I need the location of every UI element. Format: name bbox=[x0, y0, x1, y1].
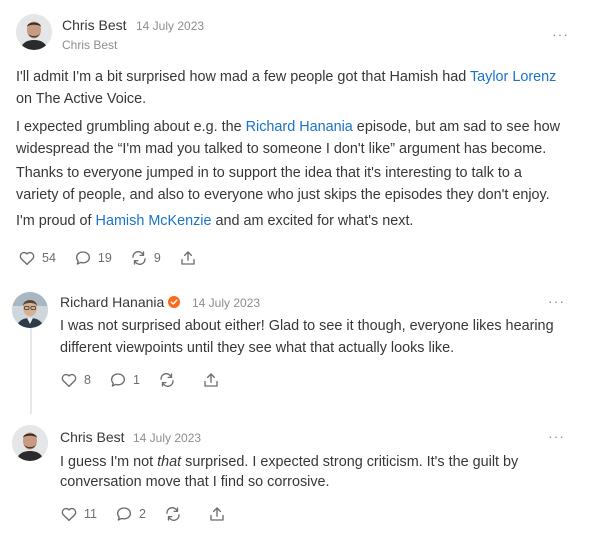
restack-arrows-icon bbox=[166, 507, 180, 521]
mention-hamish-mckenzie[interactable]: Hamish McKenzie bbox=[96, 213, 212, 229]
post-paragraph-3: Thanks to everyone jumped in to support … bbox=[16, 165, 522, 181]
post-action-bar: 54 19 9 bbox=[18, 247, 215, 269]
comment-bubble-icon bbox=[75, 251, 90, 265]
verified-badge-icon bbox=[168, 296, 181, 308]
post-paragraph-2: I expected grumbling about e.g. the Rich… bbox=[16, 116, 560, 138]
share-upload-icon bbox=[204, 373, 218, 387]
reply-2-comment-button[interactable]: 2 bbox=[115, 505, 146, 523]
share-upload-icon bbox=[181, 251, 195, 265]
post-text: I'll admit I'm a bit surprised how mad a… bbox=[16, 69, 470, 85]
reply-1-like-count: 8 bbox=[84, 373, 91, 387]
post-paragraph-2-line-2: widespread the “I'm mad you talked to so… bbox=[16, 141, 547, 157]
post-text: I'm proud of bbox=[16, 213, 96, 229]
reply-1-action-bar: 8 1 bbox=[60, 369, 238, 391]
post-paragraph-1: I'll admit I'm a bit surprised how mad a… bbox=[16, 66, 556, 88]
heart-icon bbox=[61, 507, 77, 522]
reply-2-text-line-1: I guess I'm not that surprised. I expect… bbox=[60, 451, 518, 473]
post-text: I expected grumbling about e.g. the bbox=[16, 119, 246, 135]
reply-2-comment-count: 2 bbox=[138, 507, 146, 521]
comment-button[interactable]: 19 bbox=[74, 249, 112, 267]
thread-connector-line bbox=[30, 328, 32, 414]
post-paragraph-1-line-2: on The Active Voice. bbox=[16, 91, 147, 107]
reply-2-text-line-2: conversation move that I find so corrosi… bbox=[60, 474, 330, 490]
reply-2-date: 14 July 2023 bbox=[133, 431, 202, 445]
post-author-handle: Chris Best bbox=[62, 38, 118, 52]
reply-1-share-button[interactable] bbox=[202, 371, 220, 389]
restack-button[interactable]: 9 bbox=[130, 249, 161, 267]
reply-1-restack-button[interactable] bbox=[158, 371, 176, 389]
like-button[interactable]: 54 bbox=[18, 249, 56, 267]
post-text: episode, but am sad to see how bbox=[352, 119, 561, 135]
reply-1-author-label: Richard Hanania bbox=[60, 294, 165, 310]
reply-2-text: surprised. I expected strong criticism. … bbox=[181, 454, 519, 470]
heart-icon bbox=[61, 373, 77, 388]
reply-1-text-line-1: I was not surprised about either! Glad t… bbox=[60, 318, 554, 334]
reply-1-date: 14 July 2023 bbox=[192, 296, 261, 310]
reply-1-more-options-button[interactable]: ··· bbox=[548, 293, 565, 309]
avatar-chris-best[interactable] bbox=[16, 14, 52, 50]
post-paragraph-4: I'm proud of Hamish McKenzie and am exci… bbox=[16, 210, 413, 232]
mention-richard-hanania[interactable]: Richard Hanania bbox=[246, 119, 353, 135]
reply-2-restack-button[interactable] bbox=[164, 505, 182, 523]
reply-2-share-button[interactable] bbox=[208, 505, 226, 523]
reply-2-action-bar: 11 2 bbox=[60, 503, 244, 525]
restack-count: 9 bbox=[153, 251, 161, 265]
post-paragraph-3-line-2: variety of people, and also to everyone … bbox=[16, 187, 550, 203]
reply-1-author-name[interactable]: Richard Hanania bbox=[60, 294, 181, 310]
avatar-chris-best-reply[interactable] bbox=[12, 425, 48, 461]
comment-bubble-icon bbox=[116, 507, 132, 521]
avatar-richard-hanania[interactable] bbox=[12, 292, 48, 328]
share-upload-icon bbox=[210, 507, 224, 521]
comment-bubble-icon bbox=[110, 373, 126, 387]
reply-1-comment-button[interactable]: 1 bbox=[109, 371, 140, 389]
reply-1-like-button[interactable]: 8 bbox=[60, 371, 91, 389]
like-count: 54 bbox=[42, 251, 56, 265]
post-date: 14 July 2023 bbox=[136, 19, 205, 33]
reply-2-like-count: 11 bbox=[84, 507, 97, 521]
post-author-name[interactable]: Chris Best bbox=[62, 17, 127, 33]
restack-arrows-icon bbox=[132, 251, 146, 265]
comment-count: 19 bbox=[97, 251, 112, 265]
reply-2-text: I guess I'm not bbox=[60, 454, 158, 470]
post-more-options-button[interactable]: ··· bbox=[552, 26, 569, 42]
reply-1-text-line-2: different viewpoints until they see what… bbox=[60, 340, 455, 356]
mention-taylor-lorenz[interactable]: Taylor Lorenz bbox=[470, 69, 556, 85]
post-text: and am excited for what's next. bbox=[211, 213, 414, 229]
reply-1-comment-count: 1 bbox=[132, 373, 140, 387]
reply-2-more-options-button[interactable]: ··· bbox=[548, 428, 565, 444]
share-button[interactable] bbox=[179, 249, 197, 267]
restack-arrows-icon bbox=[160, 373, 174, 387]
reply-2-like-button[interactable]: 11 bbox=[60, 505, 97, 523]
reply-2-emphasis: that bbox=[157, 454, 182, 470]
heart-icon bbox=[19, 251, 35, 266]
reply-2-author-name[interactable]: Chris Best bbox=[60, 429, 125, 445]
